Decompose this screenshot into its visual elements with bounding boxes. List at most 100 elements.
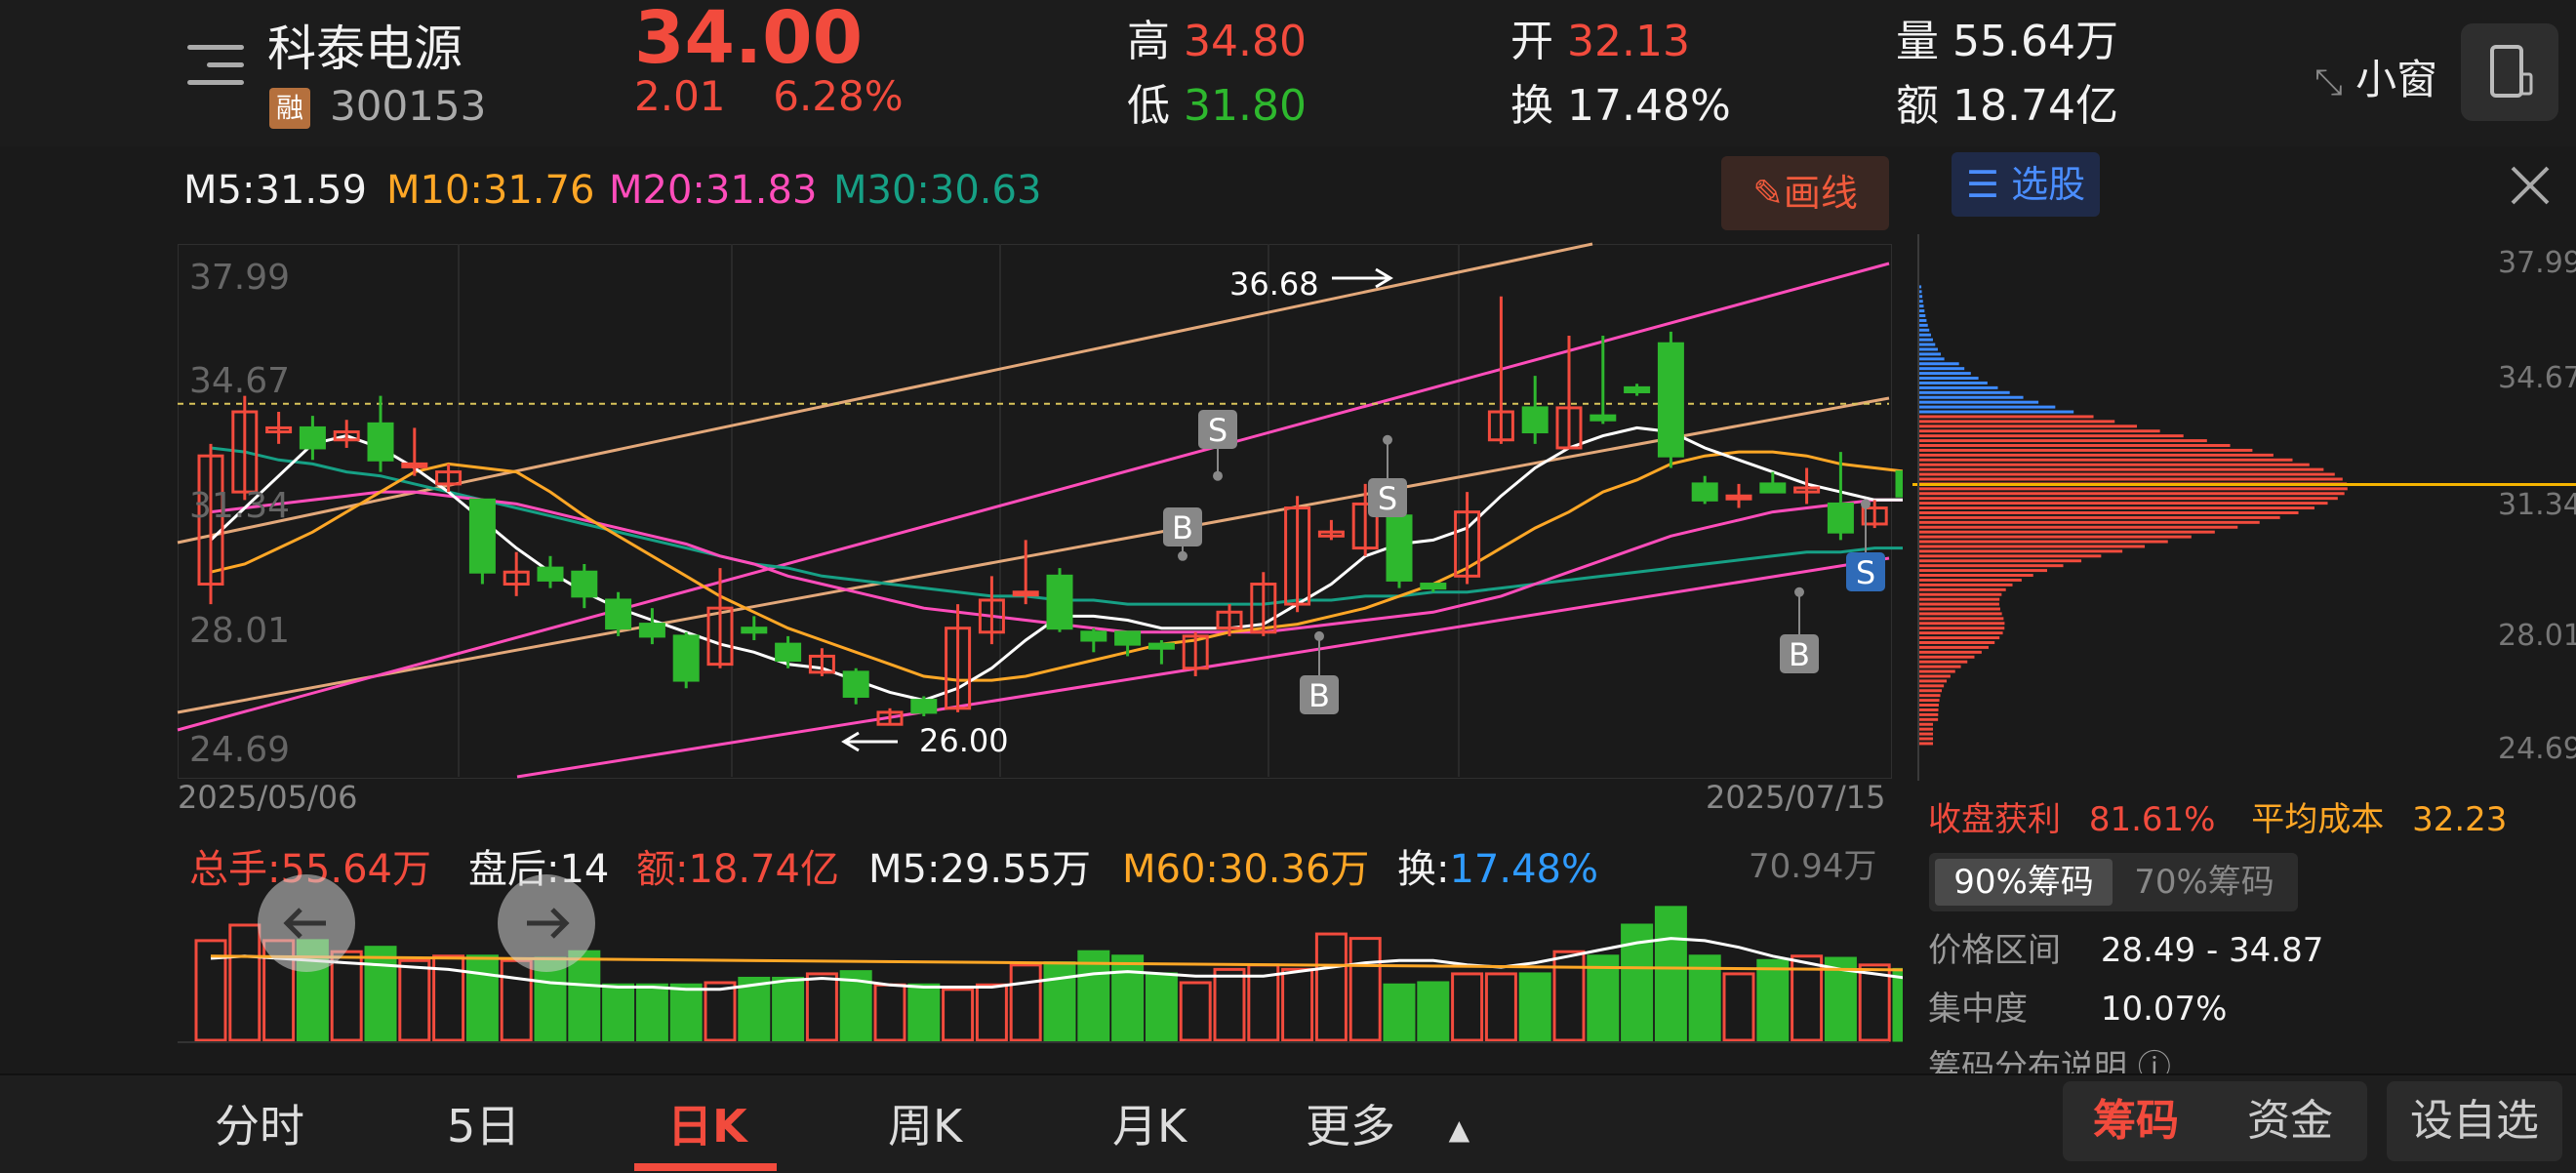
candle-body [1080,630,1107,642]
volume-bar [1654,906,1687,1042]
add-watchlist-button[interactable]: 设自选 [2387,1081,2562,1161]
chip-bar [1918,645,1989,649]
stock-screener-button[interactable]: ☰ 选股 [1952,152,2100,217]
volume-bar [1281,967,1314,1042]
price-tick: 31.34 [189,486,291,526]
detached-window-label: 小窗 [2355,56,2438,103]
chip-bar [1918,689,1943,693]
profit-label: 收盘获利 [1928,800,2061,839]
price-tick: 34.67 [189,361,291,401]
volume-max: 70.94万 [1749,847,1877,886]
chips-button[interactable]: 筹码 [2063,1081,2209,1161]
candle-body [842,670,869,698]
tab-daily-k[interactable]: 日K [667,1091,747,1155]
buy-marker-dot [1314,630,1324,641]
scroll-right-button[interactable] [498,874,595,972]
scroll-left-button[interactable] [258,874,355,972]
buy-marker-label: B [1308,677,1330,714]
profit-ratio: 收盘获利 81.61% 平均成本 32.23 [1928,792,2507,840]
close-panel-button[interactable] [2503,158,2557,213]
candle-body [1147,642,1175,650]
chip-bar [1918,554,2102,558]
chip-bar [1918,367,1965,371]
chip-bar [1918,458,2293,462]
tab-weekly-k[interactable]: 周K [888,1091,962,1155]
chip-bar [1918,338,1933,342]
candle-body [1895,470,1903,498]
volume-bar [500,958,533,1042]
volume-bar [772,976,805,1042]
price-range-label: 价格区间 [1928,931,2061,970]
candle-body [1386,514,1413,582]
chip-bar [1918,694,1941,698]
volume-bar [907,983,941,1042]
detached-window-button[interactable]: ⤡ 小窗 [2314,47,2437,106]
volume-bar [635,983,668,1042]
volume-bar [602,983,635,1042]
start-date: 2025/05/06 [178,779,358,816]
chip-bar [1918,737,1933,741]
candle-body [571,570,598,598]
volume-bar [1077,950,1110,1042]
period-high-label: 36.68 [1229,265,1319,303]
buy-marker-dot [1178,550,1187,561]
volume-bar [1043,961,1076,1042]
volume-turnover-label: 换: [1397,847,1450,892]
tab-chip-70[interactable]: 70%筹码 [2116,859,2292,906]
high-arrow-icon [1332,267,1393,289]
buy-marker-dot [1794,586,1804,597]
volume-turnover-value: 17.48% [1449,847,1599,892]
chip-bar [1918,583,2013,586]
volume-bar [1518,972,1551,1042]
buy-marker-label: B [1789,636,1810,673]
volume-bar [805,972,838,1042]
candle-body [638,623,665,638]
candle-body [1420,583,1447,590]
chip-bar [1918,708,1939,711]
chip-bar [1918,525,2238,529]
arrow-left-icon [283,908,326,939]
chip-bar [1918,381,1988,384]
caret-up-icon: ▲ [1448,1113,1470,1146]
shrink-arrow-icon: ⤡ [2314,62,2343,102]
chip-bar [1918,578,2022,582]
help-icon: ⓘ [2137,1048,2171,1073]
price-tick: 37.99 [189,258,291,298]
tab-monthly-k[interactable]: 月K [1112,1091,1187,1155]
chip-bar [1918,679,1948,683]
candle-body [1827,502,1854,534]
chip-bar [1918,385,1998,389]
funds-button[interactable]: 资金 [2217,1081,2363,1161]
chip-bar [1918,444,2231,447]
chip-bar [1918,559,2082,563]
volume-bar [1756,958,1790,1042]
tab-intraday[interactable]: 分时 [215,1091,304,1155]
chip-bar [1918,400,2039,404]
tab-5day[interactable]: 5日 [447,1091,520,1155]
chip-description-label: 筹码分布说明 [1928,1048,2127,1073]
chip-bar [1918,569,2048,573]
chip-description-link[interactable]: 筹码分布说明 ⓘ [1928,1040,2171,1073]
landscape-toggle-button[interactable] [2461,23,2558,121]
profit-value: 81.61% [2088,800,2216,839]
sell-marker-label: S [1378,480,1397,517]
candle-body [468,498,496,574]
phone-icon [2490,45,2533,98]
tab-more[interactable]: 更多 ▲ [1306,1091,1469,1155]
volume-bar [1145,972,1178,1042]
price-range-value: 28.49 - 34.87 [2100,931,2324,970]
chip-bar [1918,439,2207,443]
volume-bar [398,958,431,1042]
chip-bar [1918,415,2094,419]
candle-body [1657,342,1684,458]
candle-body [741,627,768,634]
chip-bar [1918,463,2310,466]
chip-bar [1918,506,2314,510]
chip-bar [1918,592,2002,596]
chip-bar [1918,362,1959,366]
chip-bar [1918,477,2343,481]
chip-bar [1918,448,2253,452]
volume-turnover: 换:17.48% [1397,837,1598,894]
tab-chip-90[interactable]: 90%筹码 [1935,859,2113,906]
channel-line-upper-pink [177,262,1890,732]
